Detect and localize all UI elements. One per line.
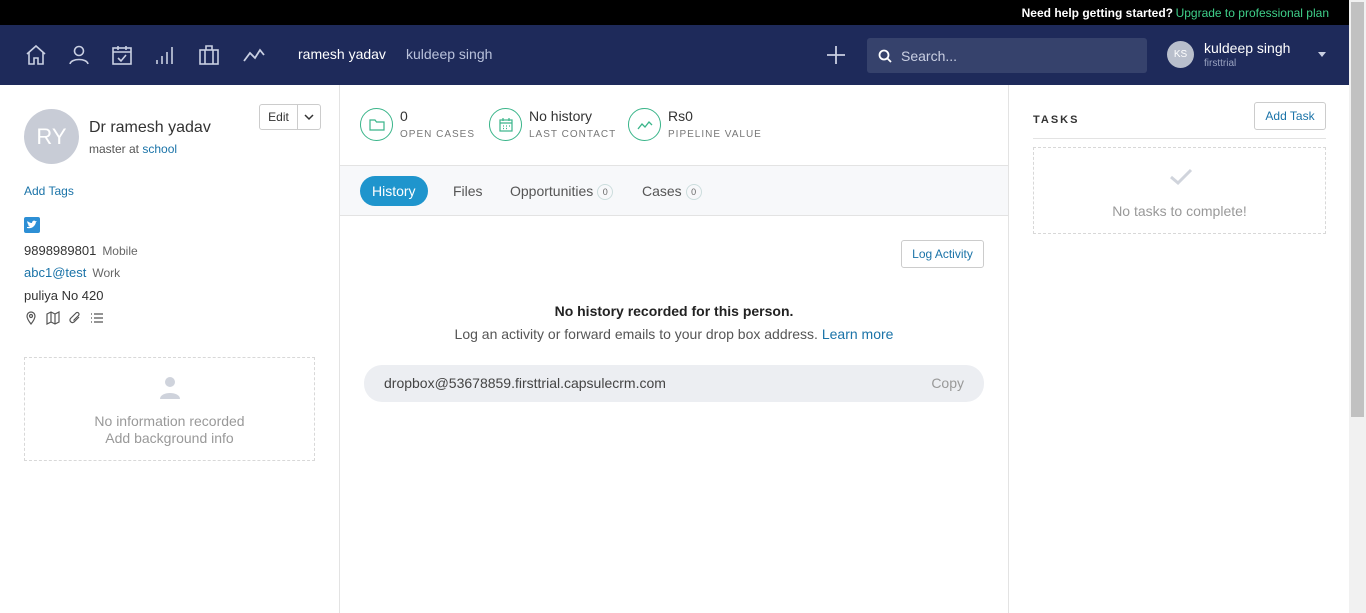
map-pin-icon[interactable] bbox=[24, 311, 38, 325]
divider bbox=[1033, 138, 1326, 139]
map-icon[interactable] bbox=[46, 311, 60, 325]
background-info-box[interactable]: No information recorded Add background i… bbox=[24, 357, 315, 461]
tab-label: Opportunities bbox=[510, 183, 594, 199]
chevron-down-icon bbox=[304, 114, 314, 121]
email-type: Work bbox=[92, 266, 121, 280]
stat-label: PIPELINE VALUE bbox=[668, 129, 762, 140]
person-placeholder-icon bbox=[160, 377, 180, 399]
person-role: master at bbox=[89, 142, 143, 156]
briefcase-icon[interactable] bbox=[197, 43, 221, 67]
phone-value: 9898989801 bbox=[24, 243, 97, 258]
list-icon[interactable] bbox=[90, 311, 104, 325]
search-icon bbox=[878, 49, 892, 63]
edit-dropdown-button[interactable] bbox=[298, 105, 320, 129]
search-input[interactable] bbox=[901, 38, 1141, 73]
add-tags-link[interactable]: Add Tags bbox=[24, 184, 74, 198]
empty-history-text: Log an activity or forward emails to you… bbox=[340, 326, 1008, 342]
email-link[interactable]: abc1@test bbox=[24, 265, 86, 280]
tasks-empty-text: No tasks to complete! bbox=[1112, 203, 1247, 219]
edit-button[interactable]: Edit bbox=[260, 105, 298, 129]
person-title: master at school bbox=[89, 142, 177, 156]
tasks-panel: TASKS Add Task No tasks to complete! bbox=[1008, 85, 1349, 613]
calendar-check-icon[interactable] bbox=[110, 43, 134, 67]
tab-opportunities[interactable]: Opportunities 0 bbox=[510, 176, 614, 206]
tasks-empty-box: No tasks to complete! bbox=[1033, 147, 1326, 234]
add-task-button[interactable]: Add Task bbox=[1254, 102, 1326, 130]
calendar-icon bbox=[489, 108, 522, 141]
count-badge: 0 bbox=[597, 184, 614, 201]
twitter-icon[interactable] bbox=[24, 217, 40, 233]
dropbox-address-bar: dropbox@53678859.firsttrial.capsulecrm.c… bbox=[364, 365, 984, 402]
paperclip-icon[interactable] bbox=[68, 311, 82, 325]
home-icon[interactable] bbox=[24, 43, 48, 67]
stat-value: Rs0 bbox=[668, 108, 693, 124]
main-content: 0 OPEN CASES No history LAST CONTACT Rs0… bbox=[340, 85, 1008, 613]
learn-more-link[interactable]: Learn more bbox=[822, 326, 894, 342]
tab-cases[interactable]: Cases 0 bbox=[642, 176, 702, 206]
help-text: Need help getting started? bbox=[1021, 6, 1173, 20]
upgrade-link[interactable]: Upgrade to professional plan bbox=[1176, 6, 1329, 20]
stat-value: No history bbox=[529, 108, 593, 124]
promo-bar: Need help getting started? Upgrade to pr… bbox=[0, 0, 1366, 25]
empty-history-desc: Log an activity or forward emails to you… bbox=[454, 326, 818, 342]
email-address: abc1@test Work bbox=[24, 265, 120, 280]
scrollbar-thumb[interactable] bbox=[1351, 2, 1364, 417]
person-name: Dr ramesh yadav bbox=[89, 119, 211, 136]
background-add-link[interactable]: Add background info bbox=[25, 430, 314, 446]
folder-icon bbox=[360, 108, 393, 141]
person-icon[interactable] bbox=[67, 43, 91, 67]
stat-label: LAST CONTACT bbox=[529, 129, 617, 140]
address-text: puliya No 420 bbox=[24, 288, 104, 303]
search-box bbox=[867, 38, 1147, 73]
dropbox-address: dropbox@53678859.firsttrial.capsulecrm.c… bbox=[384, 375, 666, 391]
checkmark-icon bbox=[1170, 168, 1193, 186]
person-panel: RY Dr ramesh yadav master at school Edit… bbox=[0, 85, 340, 613]
org-link[interactable]: school bbox=[142, 142, 177, 156]
tab-history[interactable]: History bbox=[360, 176, 428, 206]
page-scrollbar[interactable] bbox=[1349, 0, 1366, 613]
tab-bar: History Files Opportunities 0 Cases 0 bbox=[340, 165, 1008, 216]
phone-type: Mobile bbox=[102, 244, 138, 258]
phone-number: 9898989801 Mobile bbox=[24, 243, 138, 258]
count-badge: 0 bbox=[685, 184, 702, 201]
tab-label: Cases bbox=[642, 183, 682, 199]
recent-record-kuldeep[interactable]: kuldeep singh bbox=[406, 46, 492, 62]
empty-history-title: No history recorded for this person. bbox=[554, 303, 794, 319]
address-actions bbox=[24, 311, 104, 325]
user-name: kuldeep singh bbox=[1204, 40, 1291, 56]
stat-label: OPEN CASES bbox=[400, 129, 476, 140]
trend-icon bbox=[628, 108, 661, 141]
person-avatar: RY bbox=[24, 109, 79, 164]
copy-button[interactable]: Copy bbox=[931, 375, 964, 391]
stat-value: 0 bbox=[400, 108, 408, 124]
user-avatar: KS bbox=[1167, 41, 1194, 68]
chevron-down-icon[interactable] bbox=[1318, 52, 1326, 57]
trend-line-icon[interactable] bbox=[242, 43, 266, 67]
signal-bars-icon[interactable] bbox=[153, 43, 177, 67]
tab-files[interactable]: Files bbox=[453, 176, 483, 206]
add-icon[interactable] bbox=[824, 43, 848, 67]
user-account: firsttrial bbox=[1204, 58, 1237, 69]
tasks-heading: TASKS bbox=[1033, 114, 1080, 126]
recent-record-ramesh[interactable]: ramesh yadav bbox=[298, 46, 386, 62]
main-nav: ramesh yadav kuldeep singh KS kuldeep si… bbox=[0, 25, 1349, 85]
edit-button-group: Edit bbox=[259, 104, 321, 130]
log-activity-button[interactable]: Log Activity bbox=[901, 240, 984, 268]
background-empty-text: No information recorded bbox=[94, 413, 245, 429]
